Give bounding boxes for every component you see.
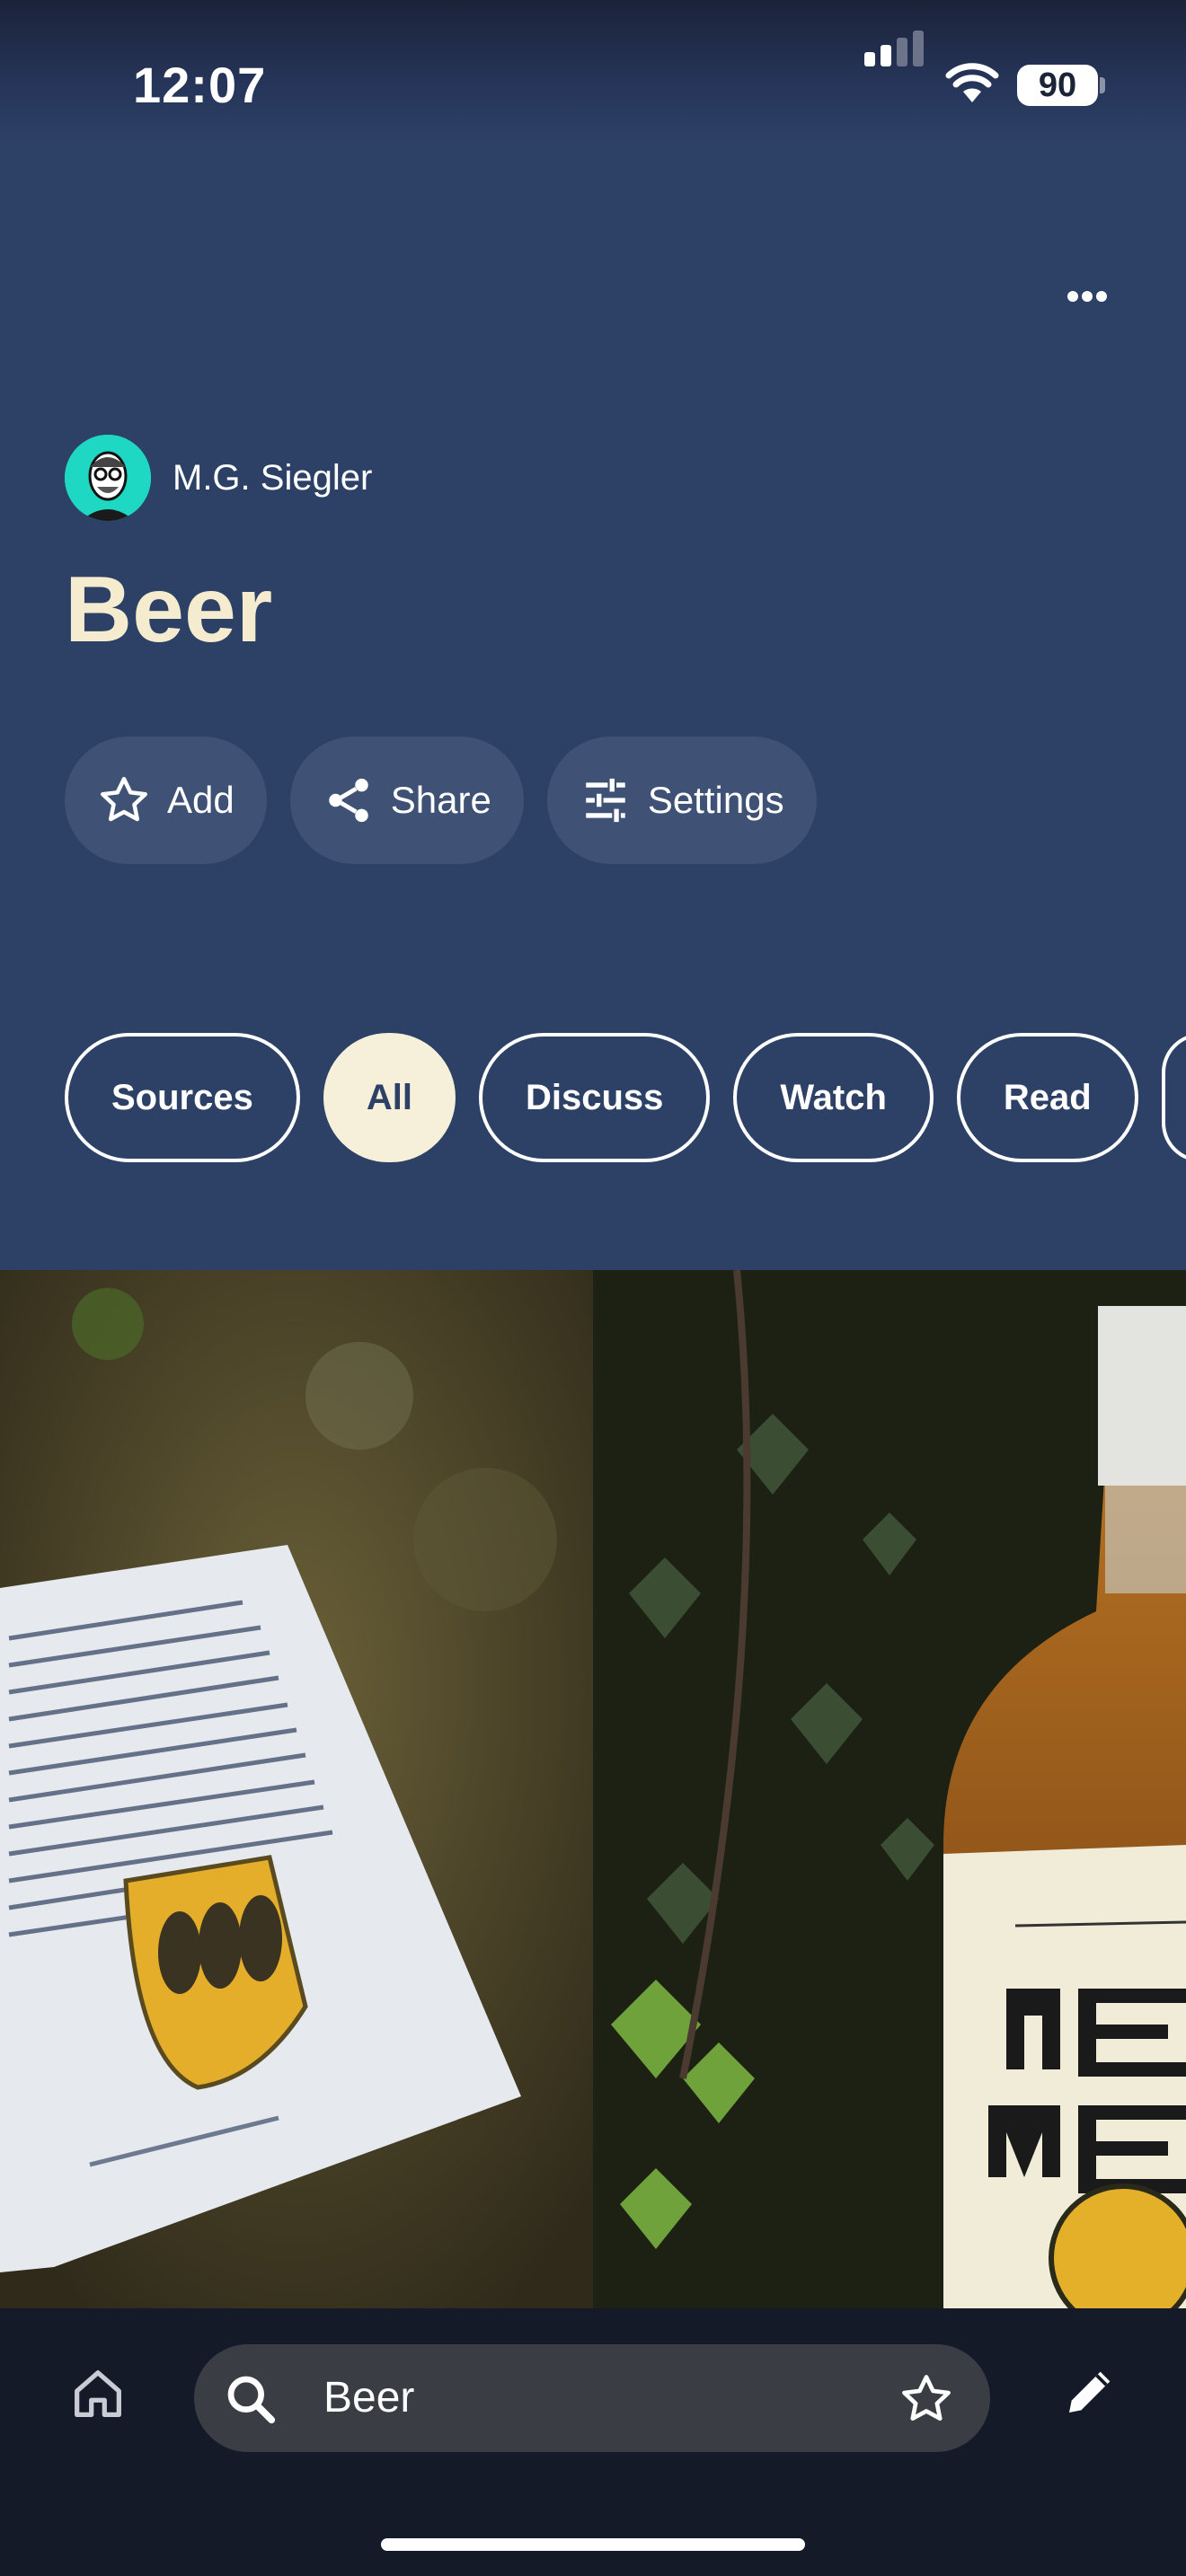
more-horizontal-icon xyxy=(1067,291,1078,302)
share-icon xyxy=(328,778,368,823)
battery-cap xyxy=(1100,77,1105,93)
tab-all[interactable]: All xyxy=(323,1033,456,1162)
battery-level: 90 xyxy=(1017,65,1098,106)
add-button[interactable]: Add xyxy=(65,737,267,864)
status-bar: 12:07 90 xyxy=(0,0,1186,144)
more-options-button[interactable] xyxy=(1060,278,1114,314)
search-icon xyxy=(227,2376,276,2424)
filter-tabs: Sources All Discuss Watch Read xyxy=(65,1033,1186,1162)
action-row: Add Share Settings xyxy=(65,737,817,864)
avatar xyxy=(65,435,151,521)
home-indicator xyxy=(381,2538,805,2551)
settings-button-label: Settings xyxy=(647,779,784,821)
author-name: M.G. Siegler xyxy=(173,457,373,498)
page-title: Beer xyxy=(65,558,273,662)
status-time: 12:07 xyxy=(133,57,267,113)
wifi-icon xyxy=(945,63,999,102)
photo-collage xyxy=(0,1270,1186,2308)
star-outline-icon xyxy=(101,777,147,822)
add-button-label: Add xyxy=(167,779,235,821)
tab-watch[interactable]: Watch xyxy=(733,1033,934,1162)
tab-discuss[interactable]: Discuss xyxy=(478,1033,711,1162)
home-icon[interactable] xyxy=(66,2362,129,2425)
share-button[interactable]: Share xyxy=(289,737,524,864)
search-bar[interactable]: Beer xyxy=(194,2344,990,2452)
settings-button[interactable]: Settings xyxy=(546,737,817,864)
search-input[interactable]: Beer xyxy=(323,2344,414,2452)
share-button-label: Share xyxy=(390,779,491,821)
tab-sources[interactable]: Sources xyxy=(65,1033,300,1162)
favorite-star-icon[interactable] xyxy=(898,2371,954,2427)
sliders-icon xyxy=(586,778,625,823)
author-row[interactable]: M.G. Siegler xyxy=(65,435,372,521)
pencil-icon[interactable] xyxy=(1062,2362,1120,2420)
tab-next-partial[interactable] xyxy=(1161,1033,1186,1162)
bottom-bar: Beer xyxy=(0,2308,1186,2576)
tab-read[interactable]: Read xyxy=(956,1033,1138,1162)
photo-grid[interactable] xyxy=(0,1270,1186,2308)
